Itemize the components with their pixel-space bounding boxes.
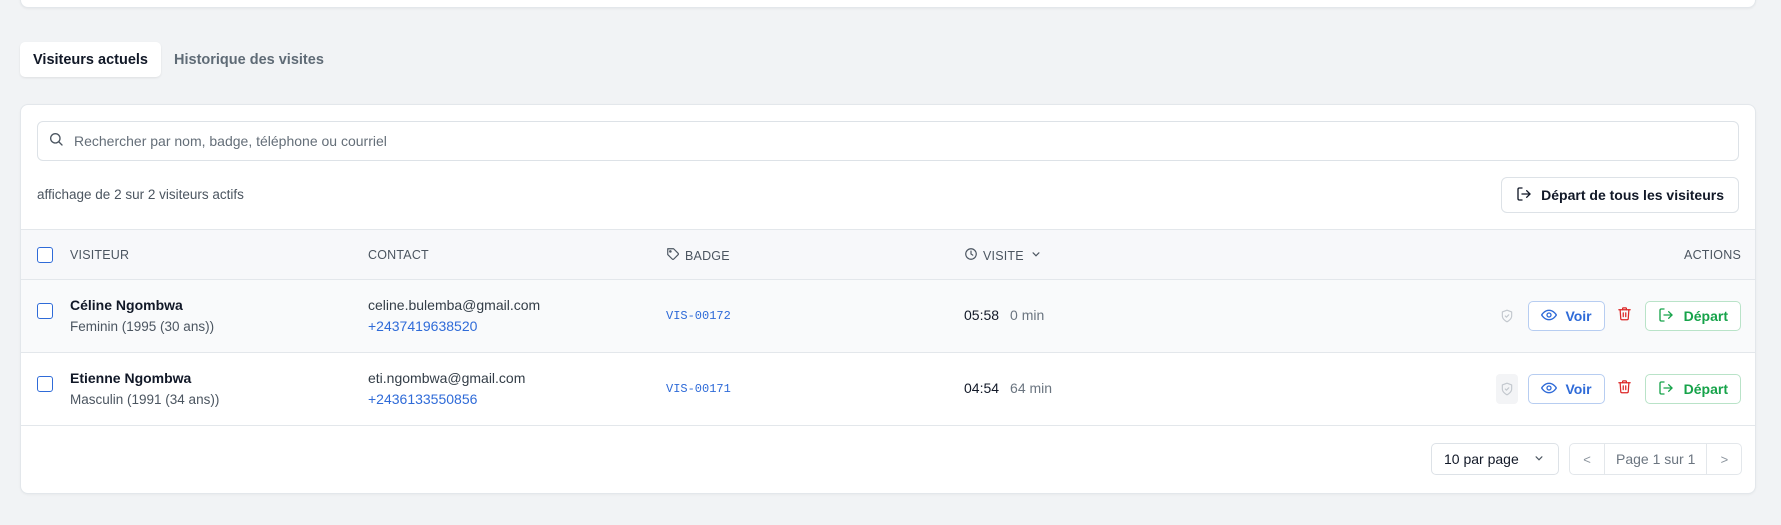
top-card xyxy=(20,0,1756,8)
per-page-value: 10 par page xyxy=(1444,451,1519,467)
view-button[interactable]: Voir xyxy=(1528,301,1605,331)
logout-icon xyxy=(1658,380,1674,399)
chevron-down-icon xyxy=(1029,247,1043,264)
header-actions: ACTIONS xyxy=(1684,248,1741,262)
tag-icon xyxy=(666,247,680,264)
row-checkbox[interactable] xyxy=(37,303,53,319)
search-box[interactable] xyxy=(37,121,1739,161)
shield-check-icon[interactable] xyxy=(1496,374,1519,404)
tab-current-visitors[interactable]: Visiteurs actuels xyxy=(20,42,161,77)
contact-phone[interactable]: +2437419638520 xyxy=(368,318,540,334)
table-row[interactable]: Etienne Ngombwa Masculin (1991 (34 ans))… xyxy=(21,353,1755,426)
visitors-card: affichage de 2 sur 2 visiteurs actifs Dé… xyxy=(20,104,1756,494)
depart-button[interactable]: Départ xyxy=(1644,301,1741,331)
search-input[interactable] xyxy=(74,133,1738,149)
page-indicator: Page 1 sur 1 xyxy=(1604,444,1708,474)
table-row[interactable]: Céline Ngombwa Feminin (1995 (30 ans)) c… xyxy=(21,280,1755,353)
delete-button[interactable] xyxy=(1615,301,1635,331)
header-visit: VISITE xyxy=(983,248,1024,263)
header-contact[interactable]: CONTACT xyxy=(368,248,429,262)
logout-icon xyxy=(1516,186,1532,205)
logout-icon xyxy=(1658,307,1674,326)
header-badge[interactable]: BADGE xyxy=(685,249,730,263)
delete-button[interactable] xyxy=(1615,374,1635,404)
visitor-details: Masculin (1991 (34 ans)) xyxy=(70,392,220,407)
depart-all-button[interactable]: Départ de tous les visiteurs xyxy=(1501,177,1739,213)
visitors-table: VISITEUR CONTACT BADGE VISITE ACTIONS Cé… xyxy=(21,229,1755,426)
trash-icon xyxy=(1617,379,1632,399)
badge-code: VIS-00172 xyxy=(666,309,731,323)
shield-check-icon[interactable] xyxy=(1496,301,1518,331)
tab-visit-history[interactable]: Historique des visites xyxy=(161,42,337,77)
select-all-checkbox[interactable] xyxy=(37,247,53,263)
view-button[interactable]: Voir xyxy=(1528,374,1605,404)
visit-time: 04:54 xyxy=(964,380,1000,396)
visitor-name: Etienne Ngombwa xyxy=(70,370,192,386)
contact-email: celine.bulemba@gmail.com xyxy=(368,297,541,313)
visit-duration: 64 min xyxy=(1010,380,1053,396)
eye-icon xyxy=(1541,307,1558,326)
header-visit-sort[interactable]: VISITE xyxy=(964,247,1043,264)
visitor-details: Feminin (1995 (30 ans)) xyxy=(70,319,215,334)
trash-icon xyxy=(1617,306,1632,326)
badge-code: VIS-00171 xyxy=(666,382,731,396)
search-icon xyxy=(48,131,64,152)
contact-email: eti.ngombwa@gmail.com xyxy=(368,370,526,386)
prev-page-button[interactable]: < xyxy=(1570,444,1604,474)
pagination: < Page 1 sur 1 > xyxy=(1569,443,1743,475)
result-count: affichage de 2 sur 2 visiteurs actifs xyxy=(37,187,244,202)
clock-icon xyxy=(964,247,978,264)
visitor-name: Céline Ngombwa xyxy=(70,297,183,313)
next-page-button[interactable]: > xyxy=(1707,444,1741,474)
visit-time: 05:58 xyxy=(964,307,1000,323)
eye-icon xyxy=(1541,380,1558,399)
depart-all-label: Départ de tous les visiteurs xyxy=(1541,187,1724,203)
visit-duration: 0 min xyxy=(1010,307,1045,323)
contact-phone[interactable]: +2436133550856 xyxy=(368,391,525,407)
row-checkbox[interactable] xyxy=(37,376,53,392)
chevron-down-icon xyxy=(1532,451,1546,468)
table-header: VISITEUR CONTACT BADGE VISITE ACTIONS xyxy=(21,230,1755,280)
per-page-select[interactable]: 10 par page xyxy=(1431,443,1559,475)
tab-bar: Visiteurs actuels Historique des visites xyxy=(20,42,337,77)
depart-button[interactable]: Départ xyxy=(1644,374,1741,404)
header-visitor[interactable]: VISITEUR xyxy=(70,248,129,262)
